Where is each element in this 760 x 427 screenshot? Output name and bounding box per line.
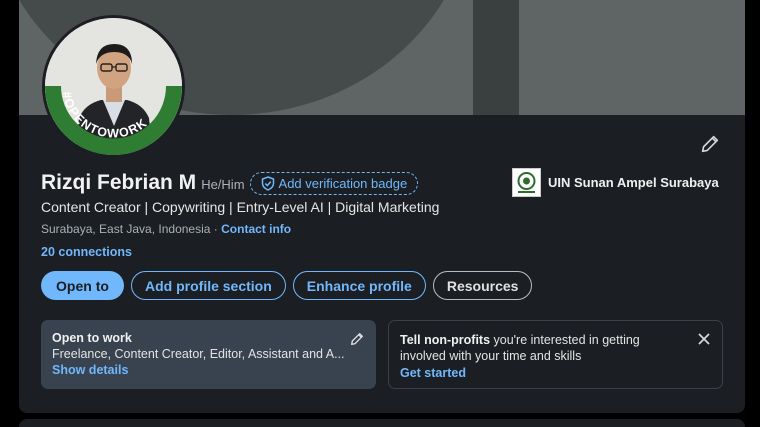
nonprofit-card: Tell non-profits you're interested in ge… [388, 320, 723, 389]
profile-photo-graphic: #OPENTOWORK [45, 18, 182, 155]
show-details-link[interactable]: Show details [52, 363, 365, 377]
banner-stripe [473, 0, 519, 115]
nonprofit-text: Tell non-profits you're interested in ge… [400, 332, 680, 364]
resources-button[interactable]: Resources [432, 271, 533, 300]
add-profile-section-button[interactable]: Add profile section [131, 271, 286, 300]
profile-card: #OPENTOWORK Rizqi Febrian M He/Him Add v… [19, 0, 745, 413]
location-separator: · [210, 222, 222, 236]
edit-open-to-work-pencil-icon[interactable] [349, 331, 365, 347]
nonprofit-lead: Tell non-profits [400, 333, 491, 347]
open-to-work-card: Open to work Freelance, Content Creator,… [41, 320, 376, 389]
add-verification-badge-button[interactable]: Add verification badge [249, 171, 419, 195]
location-text: Surabaya, East Java, Indonesia [41, 222, 211, 236]
open-to-button[interactable]: Open to [41, 271, 124, 300]
avatar[interactable]: #OPENTOWORK [42, 15, 185, 158]
profile-name: Rizqi Febrian M [41, 171, 197, 194]
contact-info-link[interactable]: Contact info [221, 222, 291, 236]
open-to-work-roles: Freelance, Content Creator, Editor, Assi… [52, 347, 345, 361]
enhance-profile-button[interactable]: Enhance profile [292, 271, 426, 300]
edit-intro-pencil-icon[interactable] [699, 133, 721, 155]
connections-link[interactable]: 20 connections [41, 245, 132, 259]
shield-check-icon [261, 175, 274, 191]
open-to-work-title: Open to work [52, 331, 132, 345]
education-school-link[interactable]: UIN Sunan Ampel Surabaya [512, 168, 719, 197]
profile-headline: Content Creator | Copywriting | Entry-Le… [41, 199, 440, 215]
profile-actions: Open to Add profile section Enhance prof… [41, 271, 533, 300]
school-name: UIN Sunan Ampel Surabaya [548, 175, 719, 190]
close-icon[interactable] [697, 332, 711, 346]
pronouns: He/Him [201, 176, 245, 192]
school-logo [512, 168, 541, 197]
verification-badge-label: Add verification badge [278, 175, 408, 191]
location-row: Surabaya, East Java, Indonesia · Contact… [41, 222, 291, 236]
name-row: Rizqi Febrian M He/Him Add verification … [41, 171, 419, 195]
next-section-card [19, 419, 745, 427]
profile-photo: #OPENTOWORK [45, 18, 182, 155]
get-started-link[interactable]: Get started [400, 366, 711, 380]
